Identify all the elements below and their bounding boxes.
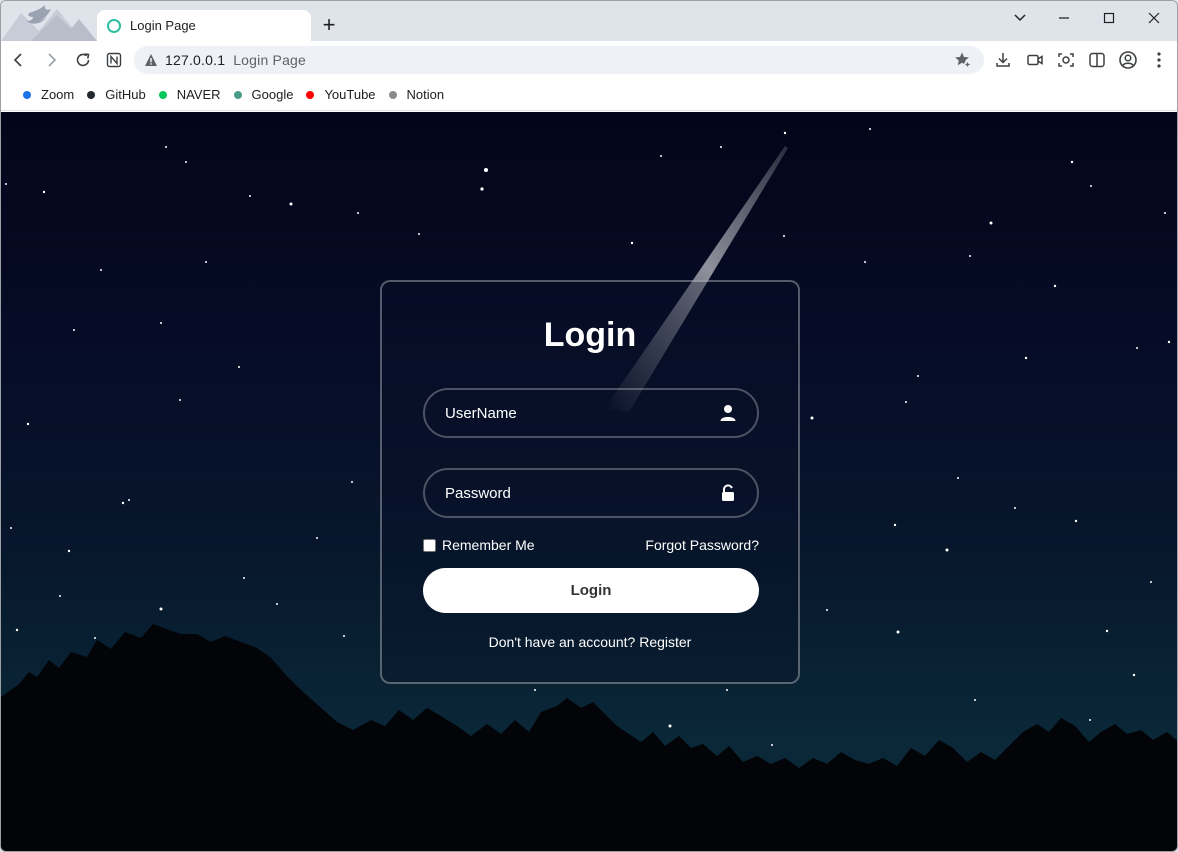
- checkbox-box[interactable]: [423, 538, 436, 552]
- star-add-icon: [955, 52, 971, 68]
- bookmarks-bar: Zoom GitHub NAVER Google YouTube Notion: [1, 79, 1177, 111]
- register-link[interactable]: Register: [639, 634, 691, 650]
- bookmark-star-button[interactable]: [954, 51, 972, 74]
- maximize-button[interactable]: [1086, 1, 1132, 35]
- password-field[interactable]: [423, 468, 759, 518]
- bookmark-label: Google: [251, 87, 294, 102]
- back-button[interactable]: [6, 47, 32, 73]
- google-favicon-icon: [233, 90, 242, 99]
- close-icon: [1148, 12, 1160, 24]
- download-icon: [996, 53, 1010, 67]
- warning-triangle-icon[interactable]: [144, 53, 158, 67]
- arrow-right-icon: [48, 53, 57, 67]
- address-page-title: Login Page: [233, 52, 307, 68]
- tab-favicon-icon: [107, 18, 121, 33]
- close-window-button[interactable]: [1131, 1, 1177, 35]
- remember-row: Remember Me Forgot Password?: [423, 535, 759, 555]
- tab-login-page[interactable]: Login Page: [97, 10, 311, 41]
- minimize-icon: [1059, 17, 1069, 19]
- notion-extension-button[interactable]: [101, 47, 127, 73]
- video-camera-icon: [1027, 54, 1043, 66]
- remember-me-checkbox[interactable]: Remember Me: [423, 537, 535, 553]
- reload-button[interactable]: [70, 47, 96, 73]
- browser-toolbar: 127.0.0.1 Login Page: [1, 41, 1177, 79]
- new-tab-button[interactable]: +: [318, 14, 340, 36]
- bookmark-label: Zoom: [41, 87, 75, 102]
- remember-me-label: Remember Me: [442, 537, 535, 553]
- forgot-password-link[interactable]: Forgot Password?: [645, 537, 759, 553]
- lock-icon: [722, 484, 734, 501]
- downloads-button[interactable]: [990, 47, 1016, 73]
- bookmark-naver[interactable]: NAVER: [158, 87, 221, 102]
- browser-theme-art: [1, 1, 97, 41]
- zoom-favicon-icon: [23, 90, 31, 99]
- account-circle-icon: [1119, 51, 1137, 69]
- chevron-down-icon: [1014, 14, 1026, 22]
- register-prefix: Don't have an account?: [488, 634, 636, 650]
- page-viewport: Login Remember Me Forgot Password? Login…: [1, 112, 1177, 851]
- tab-strip: Login Page +: [1, 1, 1177, 41]
- bookmark-label: GitHub: [105, 87, 146, 102]
- youtube-favicon-icon: [306, 90, 315, 99]
- reload-icon: [76, 53, 90, 67]
- side-panel-icon: [1089, 52, 1105, 68]
- bookmark-label: YouTube: [324, 87, 376, 102]
- bookmark-google[interactable]: Google: [233, 87, 294, 102]
- naver-favicon-icon: [158, 90, 167, 99]
- password-input[interactable]: [425, 470, 757, 516]
- tab-title: Login Page: [130, 18, 196, 33]
- login-title: Login: [543, 316, 637, 354]
- menu-button[interactable]: [1146, 47, 1172, 73]
- tab-search-button[interactable]: [997, 1, 1043, 35]
- address-host: 127.0.0.1: [165, 52, 226, 68]
- browser-window: Login Page + 127.0.0.1 Login Page Zoom G…: [0, 0, 1178, 852]
- register-prompt: Don't have an account? Register: [382, 634, 798, 650]
- login-button[interactable]: Login: [423, 568, 759, 613]
- screenshot-icon: [1058, 53, 1074, 67]
- maximize-icon: [1103, 12, 1115, 24]
- profile-button[interactable]: [1115, 47, 1141, 73]
- username-input[interactable]: [425, 390, 757, 436]
- github-favicon-icon: [87, 90, 96, 99]
- arrow-left-icon: [13, 53, 22, 67]
- side-panel-button[interactable]: [1084, 47, 1110, 73]
- video-button[interactable]: [1022, 47, 1048, 73]
- user-icon: [720, 405, 736, 421]
- forward-button[interactable]: [38, 47, 64, 73]
- bookmark-label: NAVER: [176, 87, 221, 102]
- more-vertical-icon: [1157, 52, 1161, 68]
- login-card: Login Remember Me Forgot Password? Login…: [380, 280, 800, 684]
- address-bar[interactable]: 127.0.0.1 Login Page: [134, 46, 984, 74]
- minimize-button[interactable]: [1041, 1, 1087, 35]
- bookmark-notion[interactable]: Notion: [388, 87, 445, 102]
- notion-favicon-icon: [388, 90, 397, 99]
- username-field[interactable]: [423, 388, 759, 438]
- bookmark-github[interactable]: GitHub: [87, 87, 146, 102]
- bookmark-zoom[interactable]: Zoom: [23, 87, 74, 102]
- notion-icon: [106, 52, 122, 68]
- bookmark-youtube[interactable]: YouTube: [306, 87, 376, 102]
- bookmark-label: Notion: [406, 87, 445, 102]
- screenshot-button[interactable]: [1053, 47, 1079, 73]
